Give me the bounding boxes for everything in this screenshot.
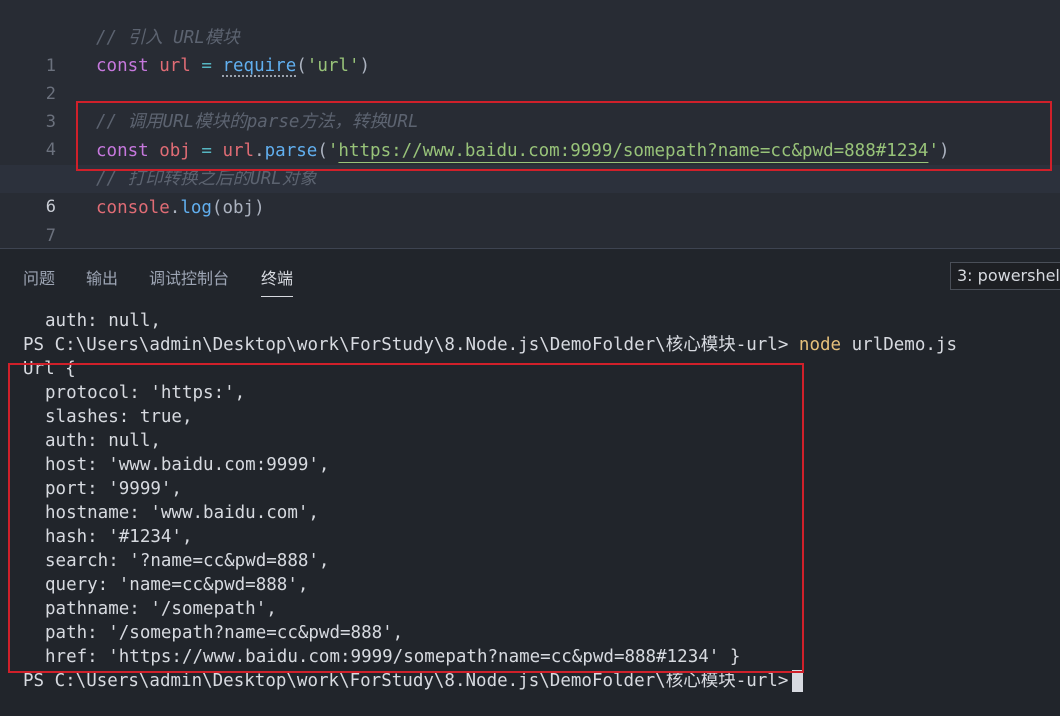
terminal-command: node xyxy=(798,335,842,355)
code-editor[interactable]: 1 // 引入 URL模块 2 const url = require('url… xyxy=(0,0,1060,248)
terminal-line: Url { xyxy=(23,359,76,379)
code-line-5[interactable]: 5 const obj = url.parse('https://www.bai… xyxy=(0,137,1060,189)
tab-output[interactable]: 输出 xyxy=(86,265,118,293)
comment-text: // 调用URL模块的parse方法，转换URL xyxy=(96,112,419,132)
string-token: 'url' xyxy=(306,56,360,76)
argument-token: obj xyxy=(222,198,255,218)
paren-token: ) xyxy=(359,56,371,76)
code-line-1[interactable]: 1 // 引入 URL模块 xyxy=(0,24,1060,76)
code-line-6[interactable]: 6 // 打印转换之后的URL对象 xyxy=(0,165,1060,217)
dot-token: . xyxy=(169,198,181,218)
object-token: console xyxy=(96,198,170,218)
url-string-link[interactable]: https://www.baidu.com:9999/somepath?name… xyxy=(338,141,928,161)
function-token: log xyxy=(180,198,212,218)
code-line-2[interactable]: 2 const url = require('url') xyxy=(0,52,1060,104)
paren-token: ( xyxy=(296,56,307,76)
terminal-prompt: PS C:\Users\admin\Desktop\work\ForStudy\… xyxy=(23,671,789,691)
variable-token: obj xyxy=(159,141,191,161)
quote-token: ' xyxy=(928,141,939,161)
comment-text: // 打印转换之后的URL对象 xyxy=(96,169,317,189)
paren-token: ( xyxy=(211,198,223,218)
variable-token: url xyxy=(159,56,191,76)
code-line-7[interactable]: 7 console.log(obj) xyxy=(0,194,1060,246)
paren-token: ( xyxy=(317,141,328,161)
terminal-line: slashes: true, xyxy=(45,407,193,427)
terminal-line: query: 'name=cc&pwd=888', xyxy=(45,575,309,595)
comment-text: // 引入 URL模块 xyxy=(96,28,240,48)
keyword-token: const xyxy=(96,141,149,161)
code-line-3[interactable]: 3 xyxy=(0,80,1060,132)
function-token: require xyxy=(222,56,297,76)
terminal-line: auth: null, xyxy=(45,431,161,451)
terminal-command-line: PS C:\Users\admin\Desktop\work\ForStudy\… xyxy=(23,333,1060,357)
panel-tabs: 问题 输出 调试控制台 终端 3: powershell xyxy=(0,249,1060,299)
terminal-command-line: PS C:\Users\admin\Desktop\work\ForStudy\… xyxy=(23,669,1060,693)
terminal-line: auth: null, xyxy=(45,311,161,331)
tab-terminal[interactable]: 终端 xyxy=(261,265,294,297)
operator-token: = xyxy=(201,56,212,76)
tab-problems[interactable]: 问题 xyxy=(23,265,55,293)
terminal-line: href: 'https://www.baidu.com:9999/somepa… xyxy=(45,647,741,667)
code-line-4[interactable]: 4 // 调用URL模块的parse方法，转换URL xyxy=(0,108,1060,160)
function-token: parse xyxy=(264,141,318,161)
terminal-select[interactable]: 3: powershell xyxy=(950,262,1060,290)
terminal-prompt: PS C:\Users\admin\Desktop\work\ForStudy\… xyxy=(23,335,789,355)
operator-token: = xyxy=(201,141,212,161)
terminal-line: path: '/somepath?name=cc&pwd=888', xyxy=(45,623,404,643)
bottom-panel: 问题 输出 调试控制台 终端 3: powershell auth: null,… xyxy=(0,248,1060,716)
terminal-line: protocol: 'https:', xyxy=(45,383,246,403)
object-token: url xyxy=(222,141,255,161)
terminal-line: host: 'www.baidu.com:9999', xyxy=(45,455,330,475)
terminal-cursor xyxy=(792,670,804,692)
terminal-output[interactable]: auth: null, PS C:\Users\admin\Desktop\wo… xyxy=(23,309,1060,693)
terminal-line: pathname: '/somepath', xyxy=(45,599,277,619)
terminal-argument: urlDemo.js xyxy=(851,335,957,355)
dot-token: . xyxy=(254,141,265,161)
tab-debug-console[interactable]: 调试控制台 xyxy=(149,265,229,293)
quote-token: ' xyxy=(327,141,339,161)
keyword-token: const xyxy=(96,56,149,76)
terminal-line: search: '?name=cc&pwd=888', xyxy=(45,551,330,571)
paren-token: ) xyxy=(938,141,950,161)
terminal-line: hash: '#1234', xyxy=(45,527,193,547)
paren-token: ) xyxy=(254,198,265,218)
terminal-line: port: '9999', xyxy=(45,479,182,499)
terminal-line: hostname: 'www.baidu.com', xyxy=(45,503,319,523)
line-number: 7 xyxy=(45,226,56,246)
